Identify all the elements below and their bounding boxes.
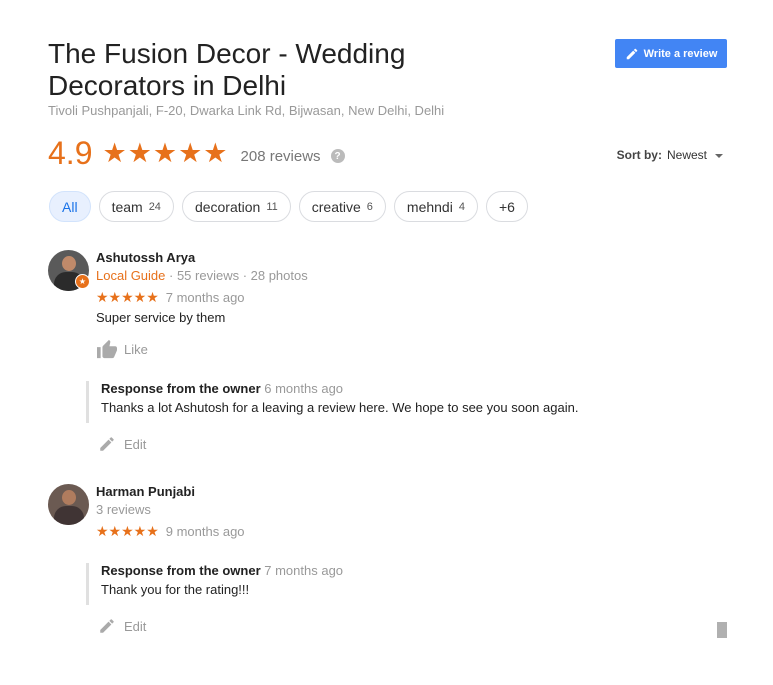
chip-count: 24 xyxy=(148,200,161,213)
edit-label: Edit xyxy=(124,436,147,452)
average-stars: ★★★★★ xyxy=(102,137,229,168)
response-text: Thank you for the rating!!! xyxy=(101,582,250,597)
response-time: 7 months ago xyxy=(264,563,344,578)
chip-more[interactable]: +6 xyxy=(485,191,528,222)
review-text: Super service by them xyxy=(96,310,226,325)
chip-label: mehndi xyxy=(406,198,453,215)
chip-mehndi[interactable]: mehndi 4 xyxy=(393,191,478,222)
reviewer-stats: 3 reviews xyxy=(96,502,151,517)
chip-decoration[interactable]: decoration 11 xyxy=(181,191,291,222)
owner-response: Response from the owner 7 months ago Tha… xyxy=(86,563,343,605)
chevron-down-icon xyxy=(715,153,723,158)
local-guide-badge-icon: ★ xyxy=(75,274,90,289)
sort-value: Newest xyxy=(666,148,707,162)
pencil-icon xyxy=(100,619,114,633)
sort-dropdown[interactable]: Sort by: Newest xyxy=(617,148,723,162)
review-count: 208 reviews xyxy=(240,147,321,165)
write-review-button[interactable]: Write a review xyxy=(615,39,727,68)
like-button[interactable]: Like xyxy=(96,339,308,359)
topic-chips: All team 24 decoration 11 creative 6 meh… xyxy=(49,191,528,222)
pencil-icon xyxy=(100,437,114,451)
response-title: Response from the owner xyxy=(101,381,261,396)
owner-response: Response from the owner 6 months ago Tha… xyxy=(86,381,578,423)
help-icon[interactable]: ? xyxy=(330,149,345,163)
reviewer-name[interactable]: Ashutossh Arya xyxy=(96,250,308,266)
sort-label: Sort by: xyxy=(616,148,662,162)
review-time: 9 months ago xyxy=(165,524,245,539)
response-time: 6 months ago xyxy=(264,381,344,396)
chip-all[interactable]: All xyxy=(49,191,91,222)
reviewer-meta: Local Guide · 55 reviews · 28 photos xyxy=(96,267,308,285)
edit-response-button[interactable]: Edit xyxy=(98,617,146,635)
review-stars: ★★★★★ xyxy=(96,523,159,539)
chip-team[interactable]: team 24 xyxy=(98,191,174,222)
avatar[interactable] xyxy=(48,484,89,525)
edit-label: Edit xyxy=(124,618,147,634)
response-text: Thanks a lot Ashutosh for a leaving a re… xyxy=(101,400,579,415)
chip-label: decoration xyxy=(194,198,261,215)
page-title: The Fusion Decor - Wedding Decorators in… xyxy=(48,38,406,101)
place-address: Tivoli Pushpanjali, F-20, Dwarka Link Rd… xyxy=(48,103,445,118)
reviewer-stats: · 55 reviews · 28 photos xyxy=(165,268,308,283)
chip-label: All xyxy=(62,198,78,215)
chip-count: 6 xyxy=(366,200,373,213)
chip-label: creative xyxy=(311,198,361,215)
response-title: Response from the owner xyxy=(101,563,261,578)
chip-count: 4 xyxy=(458,200,465,213)
reviewer-name[interactable]: Harman Punjabi xyxy=(96,484,245,500)
chip-creative[interactable]: creative 6 xyxy=(298,191,386,222)
chip-label: +6 xyxy=(498,198,515,215)
edit-response-button[interactable]: Edit xyxy=(98,435,146,453)
chip-label: team xyxy=(111,198,143,215)
rating-summary: 4.9 ★★★★★ 208 reviews ? xyxy=(48,133,345,173)
like-label: Like xyxy=(124,341,148,357)
average-rating: 4.9 xyxy=(48,134,93,171)
review-time: 7 months ago xyxy=(165,290,245,305)
review-stars: ★★★★★ xyxy=(96,289,159,305)
chip-count: 11 xyxy=(266,200,278,213)
local-guide-label: Local Guide xyxy=(96,268,166,283)
scrollbar-thumb[interactable] xyxy=(717,622,727,638)
pencil-icon xyxy=(626,48,637,59)
thumbs-up-icon xyxy=(97,339,117,359)
write-review-label: Write a review xyxy=(643,47,718,60)
